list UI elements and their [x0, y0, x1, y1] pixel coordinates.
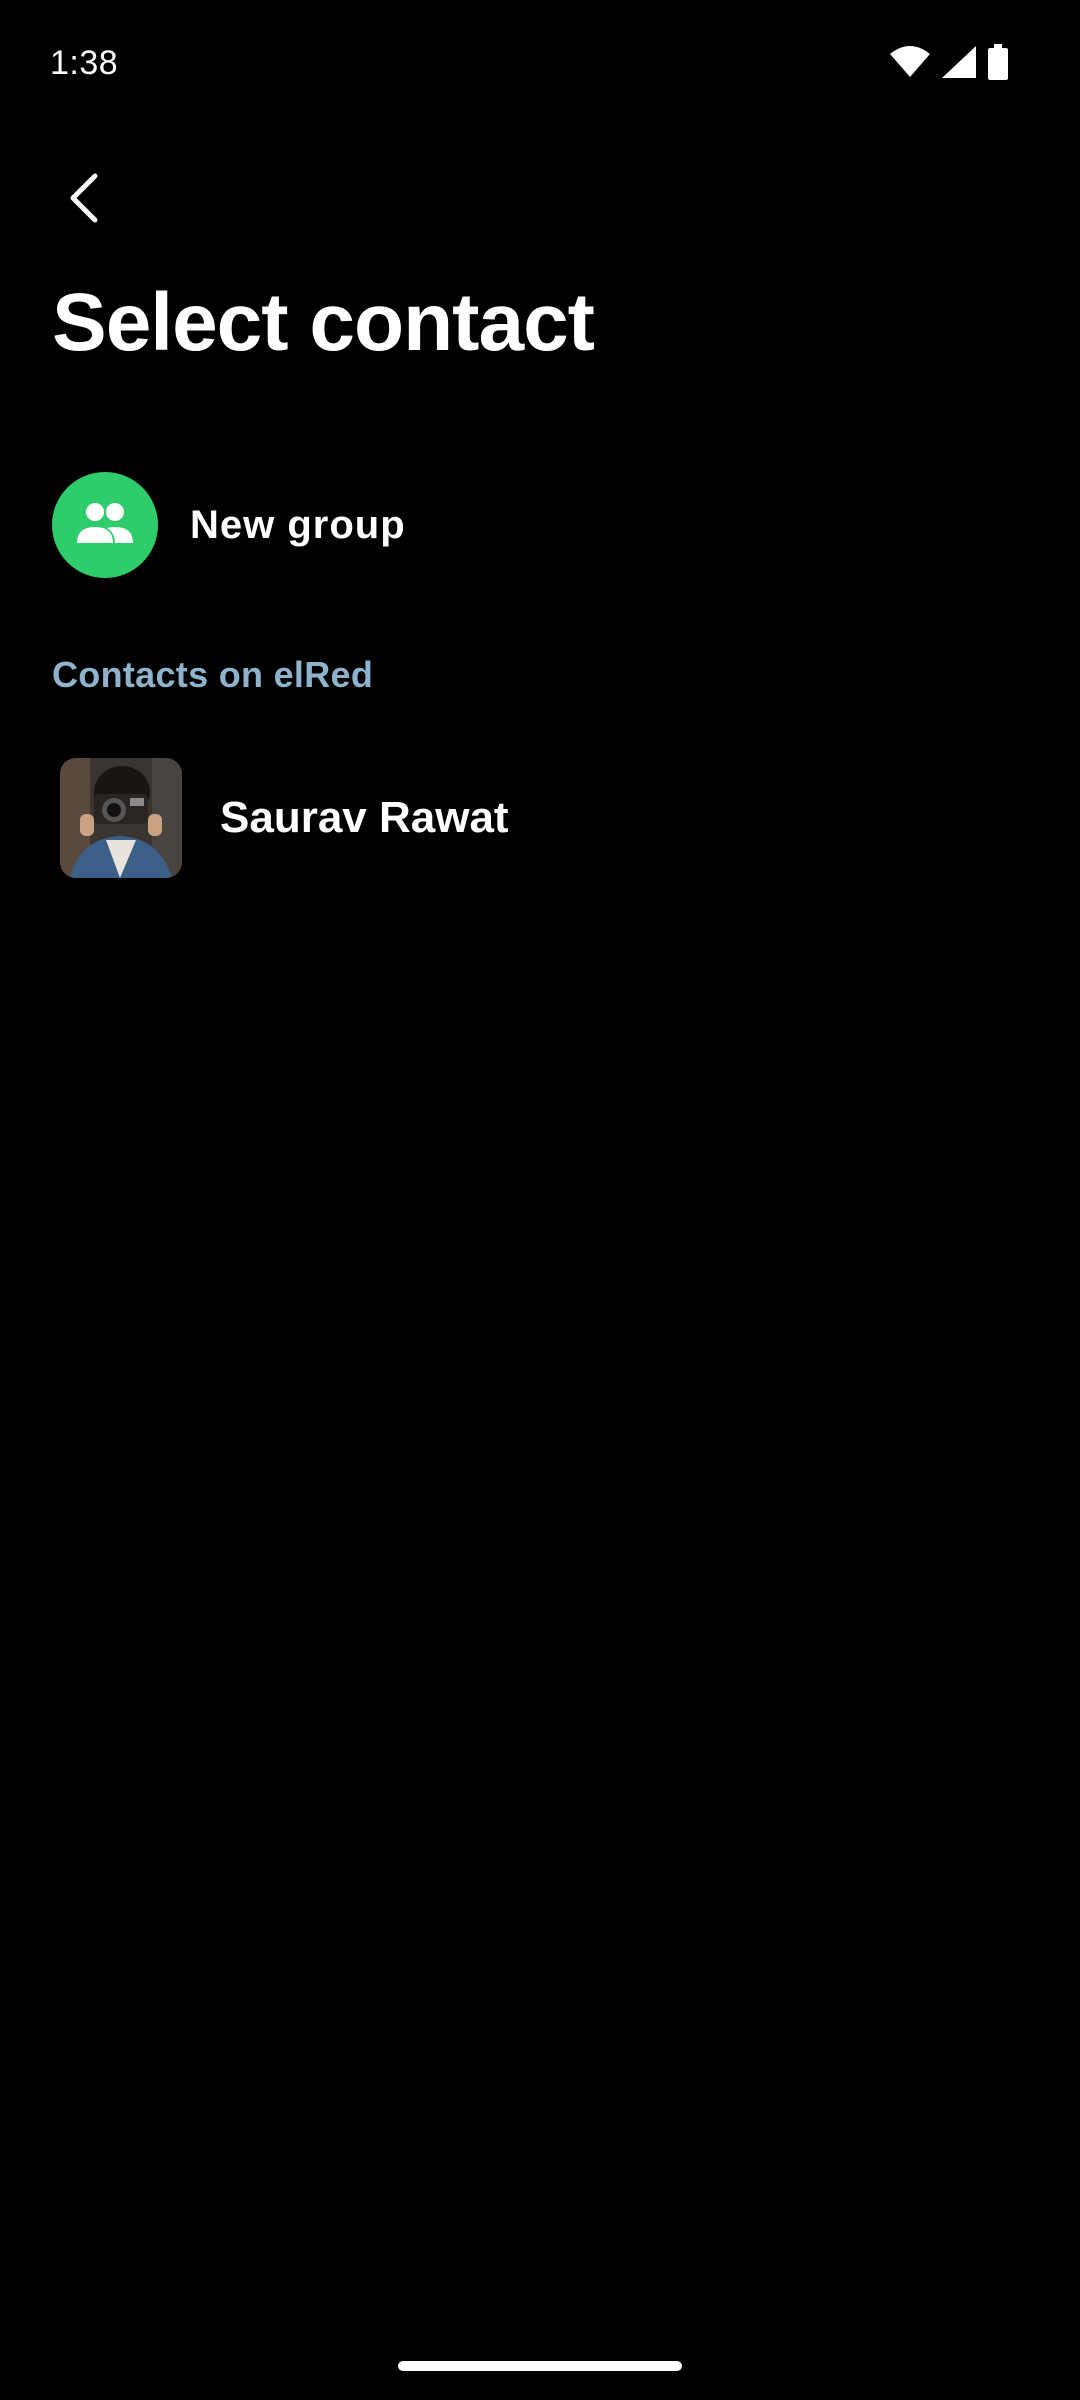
battery-icon [988, 44, 1008, 85]
group-icon [75, 501, 135, 550]
home-indicator[interactable] [398, 2361, 682, 2371]
back-button[interactable] [50, 165, 120, 235]
new-group-label: New group [190, 502, 406, 547]
contact-name: Saurav Rawat [220, 793, 509, 842]
wifi-icon [890, 46, 930, 83]
avatar [60, 758, 182, 878]
new-group-button[interactable]: New group [52, 472, 1032, 578]
new-group-avatar [52, 472, 158, 578]
status-icons [890, 44, 1008, 85]
signal-icon [942, 46, 976, 83]
chevron-left-icon [65, 172, 105, 229]
status-bar: 1:38 [0, 0, 1080, 130]
contacts-section-header: Contacts on elRed [52, 654, 374, 695]
page-title: Select contact [52, 277, 595, 368]
contact-row[interactable]: Saurav Rawat [60, 758, 1020, 878]
status-time: 1:38 [50, 44, 119, 82]
